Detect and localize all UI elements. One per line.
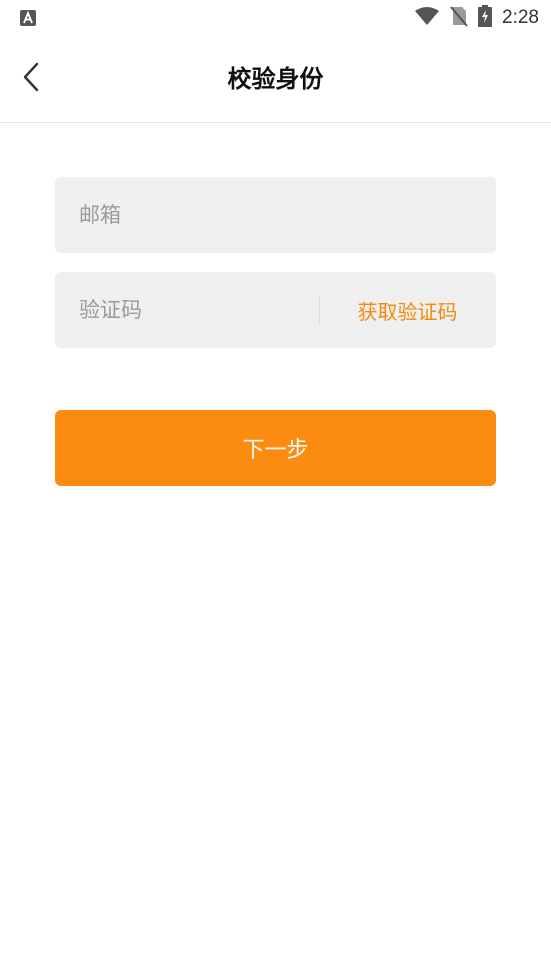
- status-time: 2:28: [502, 7, 539, 28]
- email-field[interactable]: [79, 177, 479, 253]
- title-bar: 校验身份: [0, 36, 551, 123]
- status-icons: 2:28: [414, 5, 539, 31]
- text-a-icon: [19, 9, 37, 27]
- next-button[interactable]: 下一步: [55, 410, 496, 486]
- code-field-container: 获取验证码: [55, 272, 496, 348]
- battery-charging-icon: [478, 5, 493, 31]
- divider: [319, 297, 320, 324]
- status-bar: 2:28: [0, 0, 551, 36]
- get-code-button[interactable]: 获取验证码: [325, 272, 490, 348]
- no-sim-icon: [450, 5, 468, 31]
- page-title: 校验身份: [227, 65, 324, 93]
- verification-code-field[interactable]: [79, 272, 309, 348]
- wifi-icon: [414, 6, 440, 30]
- email-field-container: [55, 177, 496, 253]
